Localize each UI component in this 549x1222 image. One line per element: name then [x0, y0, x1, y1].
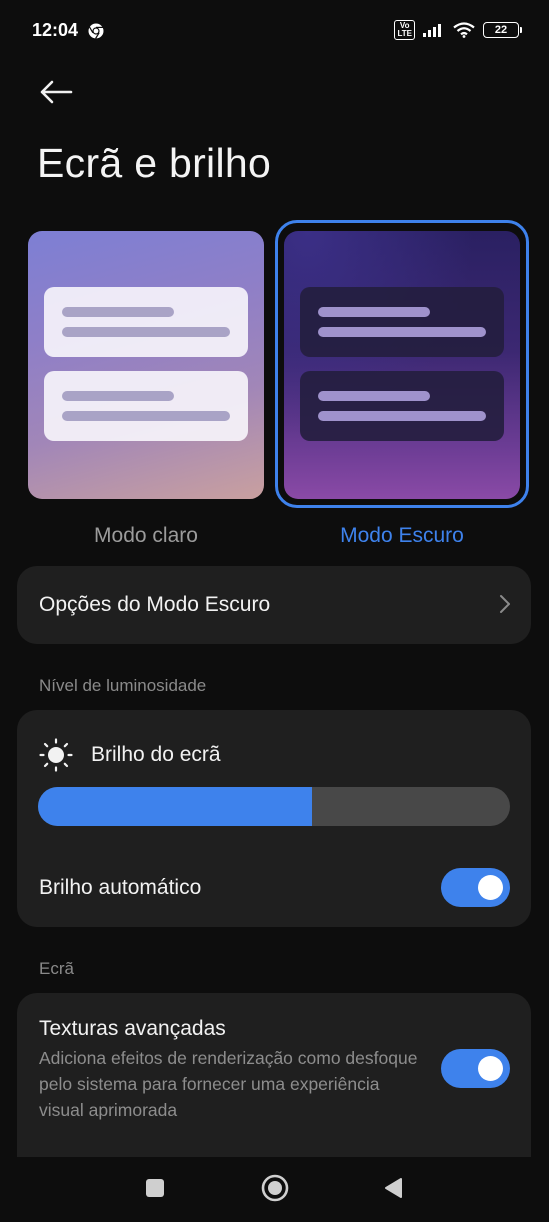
circle-icon[interactable]	[260, 1173, 290, 1203]
preview-box	[44, 371, 248, 441]
section-title-brightness: Nível de luminosidade	[39, 676, 207, 695]
wifi-icon	[453, 22, 475, 38]
chevron-right-icon	[500, 595, 510, 613]
dark-mode-options-row[interactable]: Opções do Modo Escuro	[17, 566, 531, 644]
sun-icon	[39, 738, 73, 772]
triangle-back-icon[interactable]	[383, 1177, 403, 1199]
brightness-slider-fill	[38, 787, 312, 826]
auto-brightness-toggle[interactable]	[441, 868, 510, 907]
brightness-card: Brilho do ecrã Brilho automático	[17, 710, 531, 927]
back-arrow-icon[interactable]	[36, 74, 76, 110]
signal-icon	[423, 24, 441, 37]
advanced-textures-card[interactable]: Texturas avançadas Adiciona efeitos de r…	[17, 993, 531, 1173]
preview-box	[300, 371, 504, 441]
status-bar: 12:04 Vo LTE 22	[0, 0, 549, 62]
dark-mode-label[interactable]: Modo Escuro	[284, 524, 520, 548]
advanced-textures-description: Adiciona efeitos de renderização como de…	[39, 1048, 418, 1120]
dark-mode-options-label: Opções do Modo Escuro	[39, 593, 271, 616]
light-mode-card[interactable]	[28, 231, 264, 499]
battery-icon: 22	[483, 22, 522, 38]
dark-mode-card[interactable]	[284, 231, 520, 499]
status-time: 12:04	[32, 20, 79, 40]
preview-box	[44, 287, 248, 357]
auto-brightness-label: Brilho automático	[39, 876, 202, 899]
advanced-textures-toggle[interactable]	[441, 1049, 510, 1088]
navigation-bar	[0, 1157, 549, 1222]
advanced-textures-title: Texturas avançadas	[39, 1017, 226, 1040]
light-mode-label[interactable]: Modo claro	[28, 524, 264, 548]
status-icons: Vo LTE 22	[394, 20, 522, 40]
square-icon[interactable]	[146, 1179, 164, 1197]
toggle-knob	[478, 875, 503, 900]
chrome-icon	[88, 23, 104, 39]
section-title-screen: Ecrã	[39, 959, 74, 978]
preview-box	[300, 287, 504, 357]
toggle-knob	[478, 1056, 503, 1081]
brightness-label: Brilho do ecrã	[91, 743, 221, 766]
volte-icon: Vo LTE	[394, 20, 415, 40]
page-title: Ecrã e brilho	[37, 140, 272, 186]
brightness-slider[interactable]	[38, 787, 510, 826]
